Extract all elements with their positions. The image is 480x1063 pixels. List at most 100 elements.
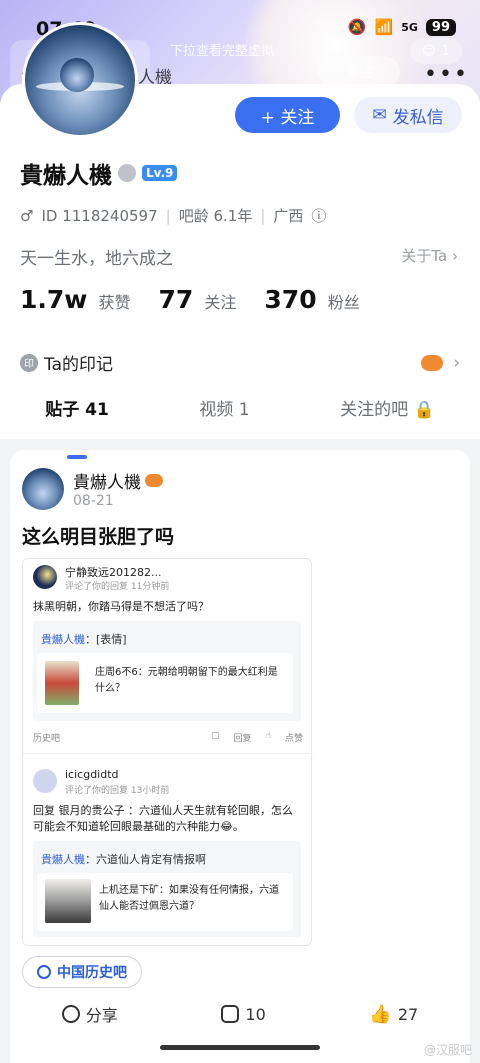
quoted-post-text: 上机还是下矿：如果没有任何情报，六道仙人能否过佩恩六道？ — [99, 885, 279, 912]
comment-text: 回复 银月的贵公子 ：六道仙人天生就有轮回眼，怎么可能会不知道轮回眼最基础的六种… — [33, 804, 293, 833]
profile-tabs: 贴子 41 视频 1 关注的吧 🔒 — [0, 395, 480, 439]
follow-label: + 关注 — [260, 107, 315, 128]
quote-text: ：六道仙人肯定有情报啊 — [85, 853, 206, 866]
comment-button[interactable]: 10 — [221, 1002, 266, 1026]
likes-stat[interactable]: 1.7w 获赞 — [20, 285, 131, 314]
marks-label: Ta的印记 — [44, 355, 113, 375]
gender-icon: ♂ — [20, 206, 34, 225]
message-icon: ✉ — [372, 105, 387, 125]
divider: | — [260, 206, 266, 225]
status-icons: 🔕 📶 5G 99 — [348, 18, 456, 36]
marks-right: › — [421, 353, 460, 373]
post-author[interactable]: 貴爀人機 — [73, 468, 163, 493]
nav-avatar[interactable] — [60, 58, 94, 92]
bar-icon — [37, 965, 51, 979]
marks-row[interactable]: 印 Ta的印记 › — [20, 350, 460, 375]
fans-label: 粉丝 — [327, 293, 360, 312]
fans-stat[interactable]: 370 粉丝 — [264, 285, 359, 314]
reply-icon: ▢ — [210, 731, 220, 741]
network-label: 5G — [401, 20, 418, 34]
commenter-name: icicgdidtd — [65, 768, 119, 781]
lock-icon: 🔒 — [413, 400, 435, 420]
bar-tag-button[interactable]: 中国历史吧 — [22, 956, 142, 988]
quoted-reply: 貴爀人機：六道仙人肯定有情报啊 上机还是下矿：如果没有任何情报，六道仙人能否过佩… — [33, 841, 301, 937]
profile-meta: ♂ ID 1118240597 | 吧龄 6.1年 | 广西 ⓘ — [20, 205, 326, 226]
following-stat[interactable]: 77 关注 — [159, 285, 237, 314]
comment-icon — [221, 1005, 240, 1023]
divider: | — [165, 206, 171, 225]
post-image[interactable]: 宁静致远201282... 评论了你的回复 11分钟前 抹黑明朝，你踏马得是不想… — [22, 558, 313, 946]
quote-author: 貴爀人機 — [41, 633, 85, 646]
post-thumbnail — [45, 661, 79, 705]
reply-label: 回复 — [233, 734, 252, 744]
divider — [23, 753, 313, 754]
following-label: 关注 — [204, 293, 237, 312]
badge-icon — [118, 164, 136, 182]
thumb-up-icon: 👍 — [369, 1003, 392, 1025]
comment-meta: 评论了你的回复 11分钟前 — [65, 582, 170, 592]
about-label: 关于Ta — [401, 247, 448, 265]
post-thumbnail — [45, 879, 91, 923]
message-button[interactable]: ✉ 发私信 — [354, 97, 462, 133]
comment-count: 10 — [245, 1004, 266, 1024]
emoji-count: 1 — [441, 43, 450, 59]
message-label: 发私信 — [392, 107, 444, 128]
mark-icon: 印 — [20, 353, 38, 372]
smile-icon: ☺ — [422, 43, 436, 59]
profile-name: 貴爀人機 — [20, 163, 112, 189]
chevron-right-icon: › — [453, 352, 460, 373]
visitor-emoji-button[interactable]: ☺ 1 — [410, 38, 462, 64]
help-icon[interactable]: ⓘ — [311, 205, 326, 226]
profile-name-row: 貴爀人機 Lv.9 — [20, 156, 178, 190]
about-link[interactable]: 关于Ta › — [401, 245, 458, 266]
watermark: @汉服吧 — [423, 1043, 472, 1057]
like-icon: ☝ — [265, 731, 271, 741]
mute-icon: 🔕 — [347, 18, 367, 36]
likes-label: 获赞 — [98, 293, 131, 312]
tab-videos[interactable]: 视频 1 — [199, 395, 249, 439]
quoted-post: 庄周6不6：元朝给明朝留下的最大红利是什么？ — [37, 653, 293, 713]
follow-button[interactable]: + 关注 — [235, 97, 340, 133]
tab-posts[interactable]: 贴子 41 — [45, 395, 109, 439]
wifi-icon: 📶 — [374, 18, 394, 36]
home-indicator[interactable] — [160, 1045, 320, 1050]
like-count: 27 — [397, 1004, 419, 1024]
quote-title: 貴爀人機：[表情] — [41, 631, 127, 647]
quote-title: 貴爀人機：六道仙人肯定有情报啊 — [41, 851, 206, 867]
quoted-reply: 貴爀人機：[表情] 庄周6不6：元朝给明朝留下的最大红利是什么？ — [33, 621, 301, 721]
post-date: 08-21 — [73, 493, 114, 509]
share-button[interactable]: 分享 — [61, 1002, 118, 1026]
profile-stats: 1.7w 获赞 77 关注 370 粉丝 — [20, 285, 360, 314]
share-label: 分享 — [85, 1006, 118, 1025]
share-icon — [61, 1005, 80, 1023]
post-author-avatar[interactable] — [22, 468, 64, 510]
commenter-avatar — [33, 769, 57, 793]
like-label: 点赞 — [284, 734, 303, 744]
gamepad-icon — [145, 474, 163, 487]
post-actions: 分享 10 👍 27 — [10, 1002, 470, 1026]
post-title[interactable]: 这么明目张胆了吗 — [22, 522, 174, 549]
user-id[interactable]: ID 1118240597 — [41, 207, 157, 225]
fans-value: 370 — [264, 285, 317, 314]
quote-author: 貴爀人機 — [41, 853, 85, 866]
tab-followed-bars[interactable]: 关注的吧 🔒 — [340, 395, 435, 439]
bar-age: 吧龄 6.1年 — [178, 207, 253, 225]
bar-tag-label: 中国历史吧 — [57, 965, 127, 981]
followed-bars-label: 关注的吧 — [340, 400, 409, 420]
battery-indicator: 99 — [425, 18, 456, 36]
quote-text: ：[表情] — [85, 633, 127, 646]
post-card[interactable]: 貴爀人機 08-21 这么明目张胆了吗 宁静致远201282... 评论了你的回… — [10, 450, 470, 1063]
post-author-name: 貴爀人機 — [73, 473, 141, 493]
bar-source: 历史吧 — [33, 734, 61, 744]
following-value: 77 — [158, 285, 194, 314]
like-button[interactable]: 👍 27 — [369, 1002, 418, 1026]
comment-text: 抹黑明朝，你踏马得是不想活了吗？ — [33, 600, 209, 613]
comment-footer: 历史吧 ▢ 回复 ☝ 点赞 — [33, 731, 303, 744]
commenter-name: 宁静致远201282... — [65, 566, 162, 579]
quoted-post-text: 庄周6不6：元朝给明朝留下的最大红利是什么？ — [95, 667, 278, 694]
commenter-avatar — [33, 565, 57, 589]
comment-meta: 评论了你的回复 13小时前 — [65, 786, 170, 796]
pull-hint: 下拉查看完整虚拟 — [170, 44, 275, 59]
level-badge: Lv.9 — [142, 165, 178, 181]
quoted-post: 上机还是下矿：如果没有任何情报，六道仙人能否过佩恩六道？ — [37, 873, 293, 931]
